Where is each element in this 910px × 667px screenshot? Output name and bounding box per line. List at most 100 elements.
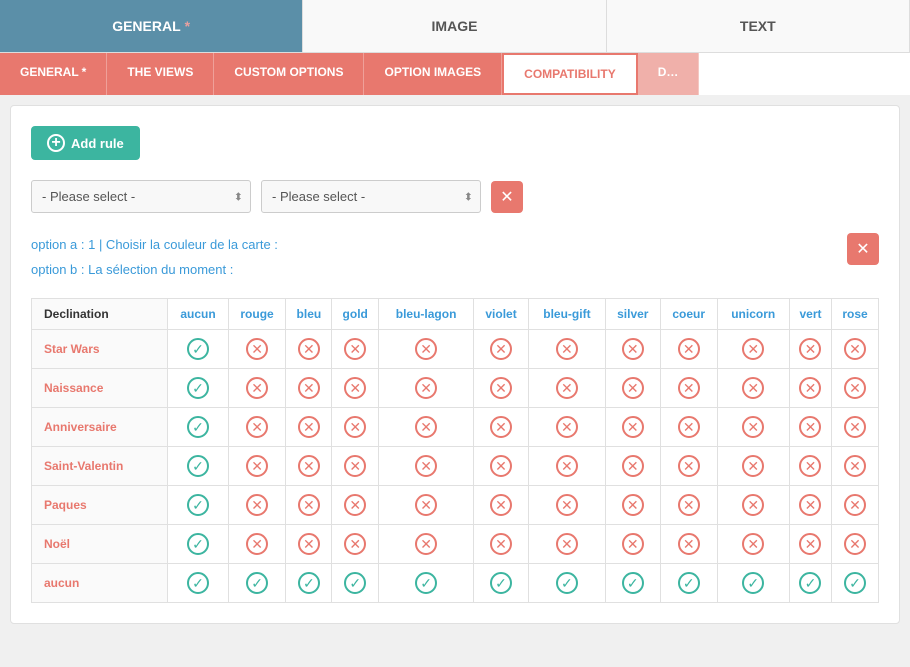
cell-5-1[interactable]: ✕ [228, 524, 286, 563]
cell-1-6[interactable]: ✕ [529, 368, 606, 407]
second-select[interactable]: - Please select - [261, 180, 481, 213]
top-tab-general[interactable]: GENERAL* [0, 0, 303, 52]
filter-delete-button[interactable]: ✕ [491, 181, 523, 213]
sub-tab-compatibility[interactable]: COMPATIBILITY [502, 53, 638, 95]
cell-4-3[interactable]: ✕ [332, 485, 379, 524]
cell-2-8[interactable]: ✕ [660, 407, 717, 446]
cell-5-11[interactable]: ✕ [832, 524, 879, 563]
cell-2-5[interactable]: ✕ [474, 407, 529, 446]
cell-6-4[interactable]: ✓ [379, 563, 474, 602]
cell-4-9[interactable]: ✕ [717, 485, 789, 524]
cell-5-6[interactable]: ✕ [529, 524, 606, 563]
cell-0-6[interactable]: ✕ [529, 329, 606, 368]
cell-1-3[interactable]: ✕ [332, 368, 379, 407]
sub-tab-custom-options[interactable]: CUSTOM OPTIONS [214, 53, 364, 95]
cell-2-6[interactable]: ✕ [529, 407, 606, 446]
cell-4-10[interactable]: ✕ [789, 485, 831, 524]
cell-4-6[interactable]: ✕ [529, 485, 606, 524]
cell-4-2[interactable]: ✕ [286, 485, 332, 524]
cell-6-0[interactable]: ✓ [168, 563, 228, 602]
cell-3-9[interactable]: ✕ [717, 446, 789, 485]
cell-6-10[interactable]: ✓ [789, 563, 831, 602]
cell-0-10[interactable]: ✕ [789, 329, 831, 368]
cell-6-2[interactable]: ✓ [286, 563, 332, 602]
cell-2-1[interactable]: ✕ [228, 407, 286, 446]
cell-4-7[interactable]: ✕ [605, 485, 660, 524]
sub-tab-general[interactable]: GENERAL* [0, 53, 107, 95]
cell-3-1[interactable]: ✕ [228, 446, 286, 485]
cell-2-11[interactable]: ✕ [832, 407, 879, 446]
cell-3-10[interactable]: ✕ [789, 446, 831, 485]
cell-1-10[interactable]: ✕ [789, 368, 831, 407]
cell-2-4[interactable]: ✕ [379, 407, 474, 446]
cell-3-8[interactable]: ✕ [660, 446, 717, 485]
cell-6-8[interactable]: ✓ [660, 563, 717, 602]
cell-4-11[interactable]: ✕ [832, 485, 879, 524]
cell-6-9[interactable]: ✓ [717, 563, 789, 602]
cell-3-2[interactable]: ✕ [286, 446, 332, 485]
cell-0-0[interactable]: ✓ [168, 329, 228, 368]
cell-5-5[interactable]: ✕ [474, 524, 529, 563]
cell-5-7[interactable]: ✕ [605, 524, 660, 563]
cell-4-1[interactable]: ✕ [228, 485, 286, 524]
cell-0-8[interactable]: ✕ [660, 329, 717, 368]
cell-3-6[interactable]: ✕ [529, 446, 606, 485]
cell-0-7[interactable]: ✕ [605, 329, 660, 368]
cell-3-5[interactable]: ✕ [474, 446, 529, 485]
cell-6-1[interactable]: ✓ [228, 563, 286, 602]
cell-2-9[interactable]: ✕ [717, 407, 789, 446]
cell-4-8[interactable]: ✕ [660, 485, 717, 524]
cell-0-9[interactable]: ✕ [717, 329, 789, 368]
cell-0-4[interactable]: ✕ [379, 329, 474, 368]
cell-3-3[interactable]: ✕ [332, 446, 379, 485]
cell-5-3[interactable]: ✕ [332, 524, 379, 563]
cell-1-2[interactable]: ✕ [286, 368, 332, 407]
first-select[interactable]: - Please select - [31, 180, 251, 213]
cell-3-7[interactable]: ✕ [605, 446, 660, 485]
cell-0-5[interactable]: ✕ [474, 329, 529, 368]
cell-1-4[interactable]: ✕ [379, 368, 474, 407]
top-tab-text[interactable]: TEXT [607, 0, 910, 52]
cell-5-9[interactable]: ✕ [717, 524, 789, 563]
cell-0-11[interactable]: ✕ [832, 329, 879, 368]
sub-tab-option-images[interactable]: OPTION IMAGES [364, 53, 502, 95]
cell-4-5[interactable]: ✕ [474, 485, 529, 524]
cell-2-2[interactable]: ✕ [286, 407, 332, 446]
cell-2-3[interactable]: ✕ [332, 407, 379, 446]
cross-icon: ✕ [246, 416, 268, 438]
cell-2-7[interactable]: ✕ [605, 407, 660, 446]
cell-6-7[interactable]: ✓ [605, 563, 660, 602]
cell-1-11[interactable]: ✕ [832, 368, 879, 407]
cell-6-6[interactable]: ✓ [529, 563, 606, 602]
cell-0-3[interactable]: ✕ [332, 329, 379, 368]
cell-4-0[interactable]: ✓ [168, 485, 228, 524]
cell-1-0[interactable]: ✓ [168, 368, 228, 407]
cell-0-2[interactable]: ✕ [286, 329, 332, 368]
add-rule-button[interactable]: + Add rule [31, 126, 140, 160]
cell-3-0[interactable]: ✓ [168, 446, 228, 485]
cell-0-1[interactable]: ✕ [228, 329, 286, 368]
cell-6-3[interactable]: ✓ [332, 563, 379, 602]
cell-1-9[interactable]: ✕ [717, 368, 789, 407]
cell-1-1[interactable]: ✕ [228, 368, 286, 407]
cell-1-7[interactable]: ✕ [605, 368, 660, 407]
cell-2-0[interactable]: ✓ [168, 407, 228, 446]
top-tab-image[interactable]: IMAGE [303, 0, 606, 52]
cell-3-4[interactable]: ✕ [379, 446, 474, 485]
check-icon: ✓ [678, 572, 700, 594]
cell-1-5[interactable]: ✕ [474, 368, 529, 407]
cell-5-2[interactable]: ✕ [286, 524, 332, 563]
rule-delete-button[interactable]: ✕ [847, 233, 879, 265]
cell-6-11[interactable]: ✓ [832, 563, 879, 602]
cell-4-4[interactable]: ✕ [379, 485, 474, 524]
cell-5-8[interactable]: ✕ [660, 524, 717, 563]
cell-5-0[interactable]: ✓ [168, 524, 228, 563]
sub-tab-the-views[interactable]: THE VIEWS [107, 53, 214, 95]
cell-6-5[interactable]: ✓ [474, 563, 529, 602]
cell-3-11[interactable]: ✕ [832, 446, 879, 485]
cell-2-10[interactable]: ✕ [789, 407, 831, 446]
cell-1-8[interactable]: ✕ [660, 368, 717, 407]
cell-5-10[interactable]: ✕ [789, 524, 831, 563]
cell-5-4[interactable]: ✕ [379, 524, 474, 563]
sub-tab-more[interactable]: D… [638, 53, 700, 95]
